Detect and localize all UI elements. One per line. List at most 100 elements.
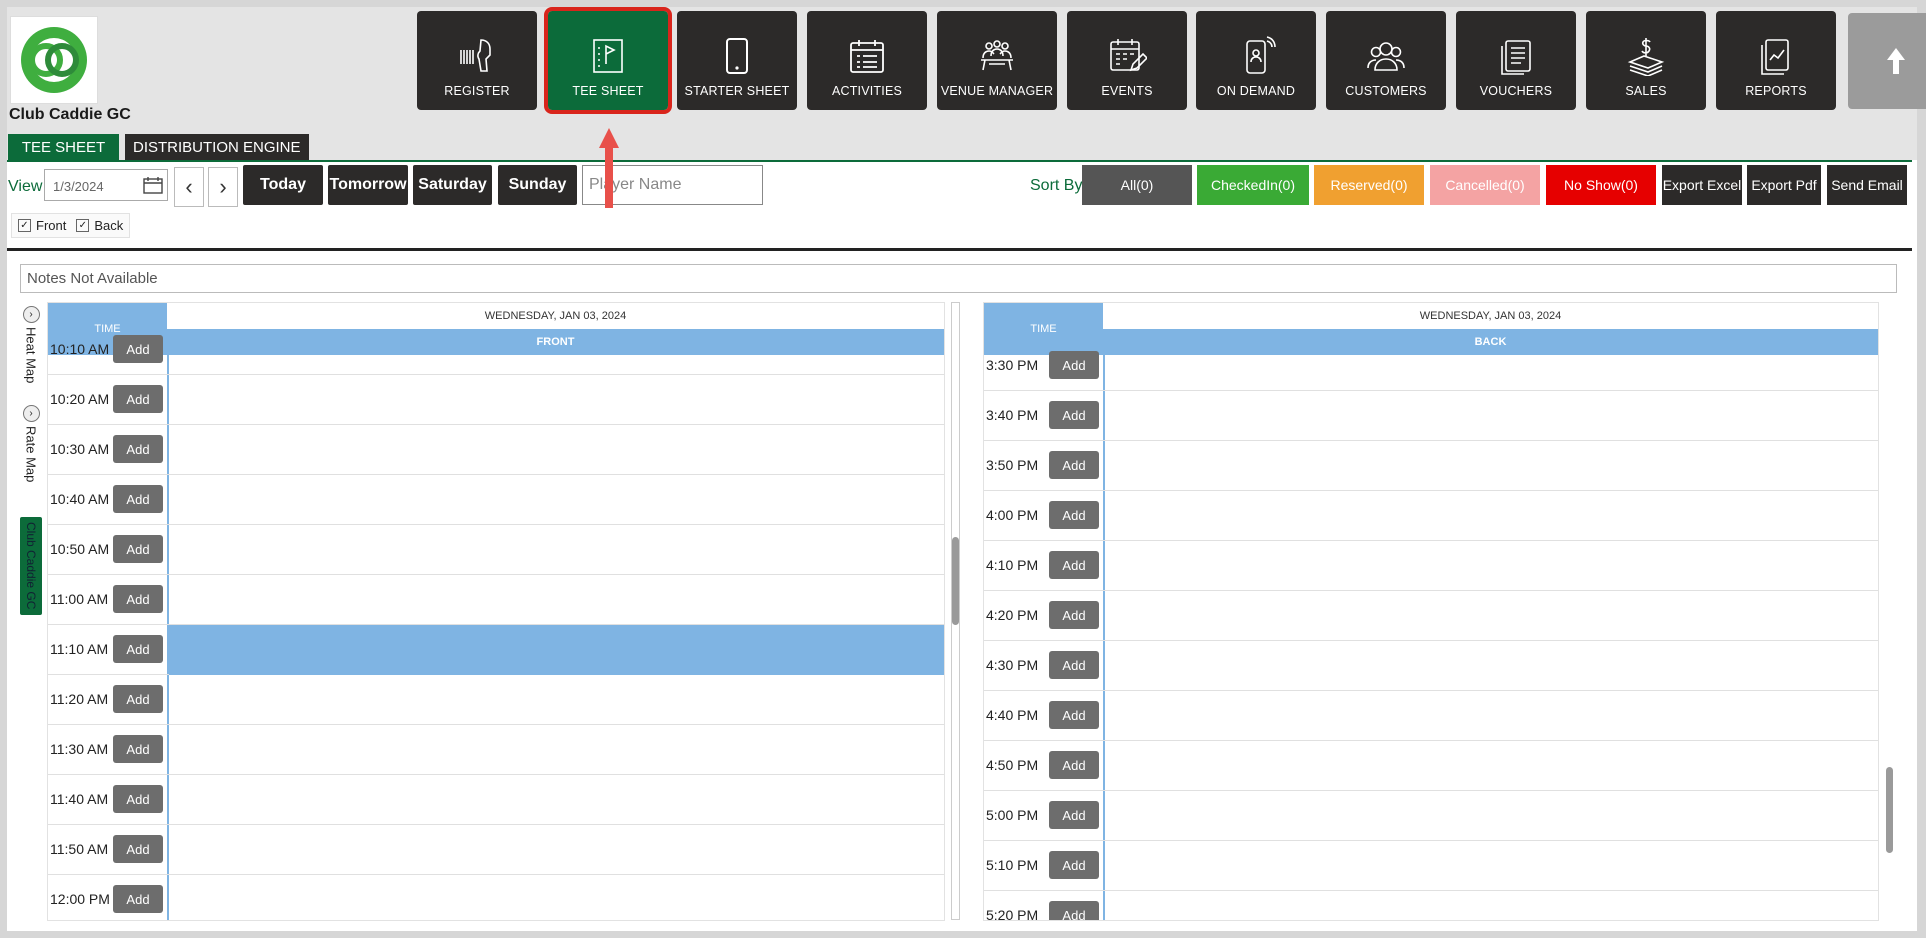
add-booking-button[interactable]: Add — [1049, 401, 1099, 429]
sunday-button[interactable]: Sunday — [498, 165, 577, 205]
nav-reports-button[interactable]: REPORTS — [1716, 11, 1836, 110]
tab-distribution-engine[interactable]: DISTRIBUTION ENGINE — [125, 134, 309, 160]
add-booking-button[interactable]: Add — [1049, 501, 1099, 529]
tee-time-row[interactable]: 3:50 PM Add — [984, 441, 1878, 491]
tee-time-row[interactable]: 4:40 PM Add — [984, 691, 1878, 741]
nav-customers-button[interactable]: CUSTOMERS — [1326, 11, 1446, 110]
add-booking-button[interactable]: Add — [113, 885, 163, 913]
add-booking-button[interactable]: Add — [1049, 451, 1099, 479]
nav-register-button[interactable]: REGISTER — [417, 11, 537, 110]
voucher-icon — [1501, 40, 1531, 75]
filter-cancelled-button[interactable]: Cancelled(0) — [1430, 165, 1540, 205]
nav-on-demand-button[interactable]: ON DEMAND — [1196, 11, 1316, 110]
tee-time: 5:10 PM — [986, 857, 1039, 873]
tee-time-row[interactable]: 10:30 AM Add — [48, 425, 944, 475]
tee-time-row[interactable]: 4:20 PM Add — [984, 591, 1878, 641]
add-booking-button[interactable]: Add — [1049, 751, 1099, 779]
tee-time-row[interactable]: 5:00 PM Add — [984, 791, 1878, 841]
tee-time-row[interactable]: 11:00 AM Add — [48, 575, 944, 625]
filter-checked-in-button[interactable]: CheckedIn(0) — [1197, 165, 1309, 205]
add-booking-button[interactable]: Add — [1049, 701, 1099, 729]
add-booking-button[interactable]: Add — [113, 785, 163, 813]
tee-time-row[interactable]: 4:50 PM Add — [984, 741, 1878, 791]
tee-time-row[interactable]: 11:40 AM Add — [48, 775, 944, 825]
add-booking-button[interactable]: Add — [1049, 851, 1099, 879]
tee-time-row[interactable]: 3:40 PM Add — [984, 391, 1878, 441]
calendar-icon[interactable] — [143, 176, 163, 194]
nav-starter-sheet-button[interactable]: STARTER SHEET — [677, 11, 797, 110]
back-scrollbar-thumb[interactable] — [1886, 767, 1893, 853]
add-booking-button[interactable]: Add — [1049, 351, 1099, 379]
nav-events-button[interactable]: EVENTS — [1067, 11, 1187, 110]
front-scrollbar-thumb[interactable] — [952, 537, 959, 625]
tee-time-row[interactable]: 11:30 AM Add — [48, 725, 944, 775]
tee-time-row[interactable]: 10:40 AM Add — [48, 475, 944, 525]
date-picker[interactable]: 1/3/2024 — [44, 169, 168, 201]
heat-map-toggle[interactable]: › Heat Map — [20, 306, 42, 383]
prev-day-button[interactable]: ‹ — [174, 167, 204, 207]
tablet-icon — [726, 38, 748, 74]
tee-time-row[interactable]: 11:50 AM Add — [48, 825, 944, 875]
add-booking-button[interactable]: Add — [113, 385, 163, 413]
add-booking-button[interactable]: Add — [113, 835, 163, 863]
add-booking-button[interactable]: Add — [1049, 801, 1099, 829]
tee-time-row[interactable]: 11:10 AM Add — [48, 625, 944, 675]
tee-time-row[interactable]: 5:10 PM Add — [984, 841, 1878, 891]
add-booking-button[interactable]: Add — [113, 335, 163, 363]
back-checkbox[interactable]: ✓ Back — [76, 218, 123, 233]
add-booking-button[interactable]: Add — [113, 585, 163, 613]
barcode-scanner-icon — [460, 39, 491, 72]
tee-time-row[interactable]: 12:00 PM Add — [48, 875, 944, 920]
tomorrow-button[interactable]: Tomorrow — [328, 165, 408, 205]
tee-time: 10:50 AM — [50, 541, 110, 557]
export-pdf-button[interactable]: Export Pdf — [1747, 165, 1821, 205]
selected-slot[interactable] — [169, 625, 944, 675]
tee-time-row[interactable]: 10:50 AM Add — [48, 525, 944, 575]
add-booking-button[interactable]: Add — [113, 685, 163, 713]
chevron-right-icon: › — [219, 174, 227, 199]
tab-tee-sheet[interactable]: TEE SHEET — [8, 134, 119, 160]
tee-time: 3:30 PM — [986, 357, 1039, 373]
tee-time-row[interactable]: 11:20 AM Add — [48, 675, 944, 725]
nav-venue-manager-button[interactable]: VENUE MANAGER — [937, 11, 1057, 110]
add-booking-button[interactable]: Add — [113, 535, 163, 563]
nav-label: STARTER SHEET — [684, 84, 790, 98]
nav-tee-sheet-button[interactable]: TEE SHEET — [544, 7, 672, 114]
tee-time-row[interactable]: 5:20 PM Add — [984, 891, 1878, 920]
add-booking-button[interactable]: Add — [1049, 551, 1099, 579]
meeting-table-icon — [981, 40, 1013, 71]
add-booking-button[interactable]: Add — [113, 635, 163, 663]
nav-label: ACTIVITIES — [831, 84, 903, 98]
add-booking-button[interactable]: Add — [113, 435, 163, 463]
tab-bar: TEE SHEET DISTRIBUTION ENGINE — [8, 134, 309, 160]
tee-time-row[interactable]: 10:20 AM Add — [48, 375, 944, 425]
add-booking-button[interactable]: Add — [113, 735, 163, 763]
filter-no-show-button[interactable]: No Show(0) — [1546, 165, 1656, 205]
next-day-button[interactable]: › — [208, 167, 238, 207]
course-selector-tab[interactable]: Club Caddie GC — [20, 517, 42, 615]
tee-time: 3:40 PM — [986, 407, 1039, 423]
export-excel-button[interactable]: Export Excel — [1662, 165, 1742, 205]
date-value: 1/3/2024 — [53, 179, 104, 194]
tee-time-row[interactable]: 3:30 PM Add — [984, 341, 1878, 391]
today-button[interactable]: Today — [243, 165, 323, 205]
add-booking-button[interactable]: Add — [1049, 601, 1099, 629]
tee-time-row[interactable]: 4:10 PM Add — [984, 541, 1878, 591]
add-booking-button[interactable]: Add — [1049, 901, 1099, 920]
nav-activities-button[interactable]: ACTIVITIES — [807, 11, 927, 110]
tee-time: 5:00 PM — [986, 807, 1039, 823]
tee-time-row[interactable]: 4:30 PM Add — [984, 641, 1878, 691]
filter-reserved-button[interactable]: Reserved(0) — [1314, 165, 1424, 205]
rate-map-toggle[interactable]: › Rate Map — [20, 405, 42, 482]
front-checkbox[interactable]: ✓ Front — [18, 218, 66, 233]
saturday-button[interactable]: Saturday — [413, 165, 492, 205]
filter-all-button[interactable]: All(0) — [1082, 165, 1192, 205]
nav-vouchers-button[interactable]: VOUCHERS — [1456, 11, 1576, 110]
send-email-button[interactable]: Send Email — [1827, 165, 1907, 205]
add-booking-button[interactable]: Add — [113, 485, 163, 513]
nav-sales-button[interactable]: SALES — [1586, 11, 1706, 110]
tee-time-row[interactable]: 4:00 PM Add — [984, 491, 1878, 541]
scroll-to-top-button[interactable] — [1848, 13, 1926, 109]
add-booking-button[interactable]: Add — [1049, 651, 1099, 679]
check-icon: ✓ — [76, 219, 90, 232]
